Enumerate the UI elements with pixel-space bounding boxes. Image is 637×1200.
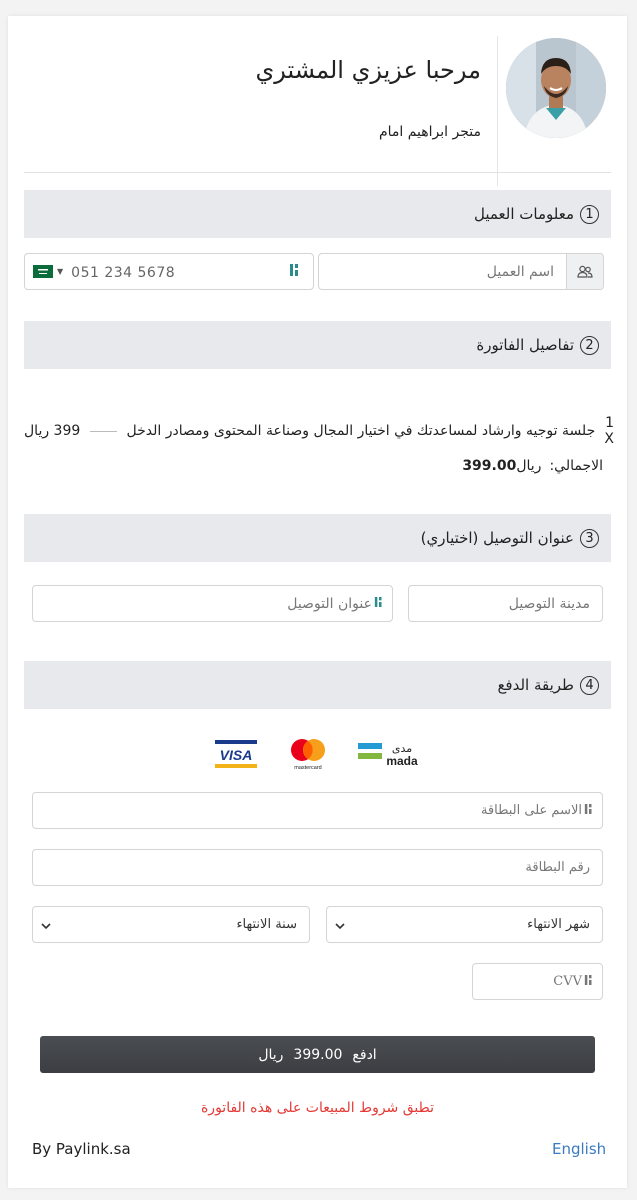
section-title-customer: معلومات العميل bbox=[473, 205, 574, 223]
delivery-city-placeholder: مدينة التوصيل bbox=[508, 595, 590, 612]
mastercard-logo-icon: mastercard bbox=[287, 737, 329, 775]
invoice-card: مرحبا عزيزي المشتري متجر ابراهيم امام 1 … bbox=[8, 16, 627, 1188]
card-number-input[interactable]: رقم البطاقة bbox=[32, 849, 603, 886]
section-invoice-details: 2 تفاصيل الفاتورة bbox=[24, 321, 611, 369]
expiry-year-value: سنة الانتهاء bbox=[236, 917, 297, 932]
mada-logo-text: mada bbox=[386, 754, 418, 768]
expiry-month-select[interactable]: شهر الانتهاء bbox=[326, 906, 603, 943]
mada-logo-icon: مدى mada bbox=[358, 740, 420, 772]
total-value: ريال399.00 bbox=[462, 458, 541, 474]
invoice-item-row: 1 X جلسة توجيه وارشاد لمساعدتك في اختيار… bbox=[24, 415, 614, 447]
step-number-2: 2 bbox=[580, 335, 599, 355]
visa-logo-icon: VISA bbox=[215, 740, 257, 772]
chevron-down-icon bbox=[335, 915, 345, 934]
language-toggle-link[interactable]: English bbox=[552, 1140, 606, 1158]
pay-button-amount: 399.00 bbox=[293, 1046, 343, 1063]
step-number-3: 3 bbox=[580, 528, 599, 548]
step-number-4: 4 bbox=[580, 675, 599, 695]
customer-name-field[interactable]: اسم العميل bbox=[318, 253, 604, 290]
customer-name-placeholder: اسم العميل bbox=[486, 263, 554, 280]
pay-button-currency: ريال bbox=[258, 1046, 284, 1063]
expiry-year-select[interactable]: سنة الانتهاء bbox=[32, 906, 310, 943]
invoice-total: الاجمالي: ريال399.00 bbox=[462, 458, 603, 474]
section-delivery-address: 3 عنوان التوصيل (اختياري) bbox=[24, 514, 611, 562]
phone-input[interactable]: 051 234 5678 bbox=[63, 262, 289, 281]
password-manager-icon[interactable] bbox=[584, 801, 594, 820]
section-payment-method: 4 طريقة الدفع bbox=[24, 661, 611, 709]
cvv-placeholder: CVV bbox=[553, 974, 582, 989]
step-number-1: 1 bbox=[580, 204, 599, 224]
greeting-title: مرحبا عزيزي المشتري bbox=[255, 56, 481, 84]
cvv-input[interactable]: CVV bbox=[472, 963, 603, 1000]
item-name: جلسة توجيه وارشاد لمساعدتك في اختيار الم… bbox=[126, 423, 596, 439]
phone-field[interactable]: ▼ 051 234 5678 bbox=[24, 253, 314, 290]
section-customer-info: 1 معلومات العميل bbox=[24, 190, 611, 238]
sales-terms-link[interactable]: تطبق شروط المبيعات على هذه الفاتورة bbox=[8, 1100, 627, 1116]
users-icon bbox=[566, 254, 603, 289]
password-manager-icon[interactable] bbox=[584, 972, 594, 991]
section-title-delivery: عنوان التوصيل (اختياري) bbox=[420, 529, 574, 547]
header-divider bbox=[497, 36, 498, 186]
item-dotted-leader bbox=[90, 430, 117, 432]
store-name: متجر ابراهيم امام bbox=[378, 124, 481, 140]
total-label: الاجمالي: bbox=[549, 458, 603, 474]
card-name-input[interactable]: الاسم على البطاقة bbox=[32, 792, 603, 829]
phone-placeholder: 051 234 5678 bbox=[71, 265, 176, 281]
country-code-select[interactable]: ▼ bbox=[25, 265, 63, 278]
pay-button[interactable]: ادفع 399.00 ريال bbox=[40, 1036, 595, 1073]
visa-logo-text: VISA bbox=[220, 747, 253, 763]
total-amount: 399.00 bbox=[462, 458, 517, 474]
section-title-payment: طريقة الدفع bbox=[497, 676, 574, 694]
delivery-address-input[interactable]: عنوان التوصيل bbox=[32, 585, 393, 622]
customer-name-input[interactable]: اسم العميل bbox=[319, 254, 566, 289]
chevron-down-icon bbox=[41, 915, 51, 934]
saudi-flag-icon bbox=[33, 265, 53, 278]
card-name-placeholder: الاسم على البطاقة bbox=[480, 803, 582, 818]
password-manager-icon[interactable] bbox=[289, 262, 307, 281]
pay-button-prefix: ادفع bbox=[352, 1046, 377, 1063]
mastercard-logo-text: mastercard bbox=[294, 765, 322, 771]
section-title-invoice: تفاصيل الفاتورة bbox=[476, 336, 574, 354]
item-quantity: 1 X bbox=[604, 415, 614, 447]
delivery-address-placeholder: عنوان التوصيل bbox=[287, 595, 372, 612]
delivery-city-input[interactable]: مدينة التوصيل bbox=[408, 585, 603, 622]
header-bottom-divider bbox=[24, 172, 611, 173]
total-currency: ريال bbox=[516, 458, 542, 474]
card-number-placeholder: رقم البطاقة bbox=[525, 860, 590, 875]
merchant-avatar bbox=[506, 38, 606, 138]
powered-by-text: By Paylink.sa bbox=[32, 1140, 131, 1158]
password-manager-icon[interactable] bbox=[374, 594, 384, 613]
item-price: 399 ريال bbox=[24, 423, 81, 439]
expiry-month-value: شهر الانتهاء bbox=[527, 917, 590, 932]
